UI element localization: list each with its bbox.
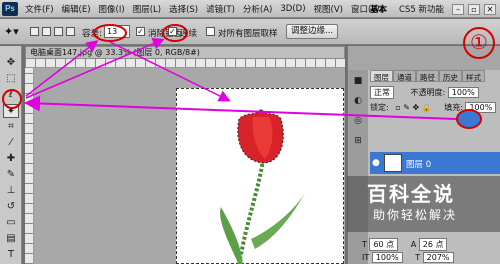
tab-channels[interactable]: 通道 xyxy=(393,70,416,82)
menu-layer[interactable]: 图层(L) xyxy=(129,3,165,15)
menu-analysis[interactable]: 分析(A) xyxy=(239,3,276,15)
layer-name[interactable]: 图层 0 xyxy=(406,158,431,170)
opacity-input[interactable]: 100% xyxy=(447,87,479,98)
font-size-row: T 60 点 A 26 点 xyxy=(362,238,448,251)
workspace-switcher: 基本 CS5 新功能 – ▫ ✕ xyxy=(366,2,496,16)
document-tab[interactable]: 电脑桌面147.jpg @ 33.3% (图层 0, RGB/8#) xyxy=(25,46,345,59)
contiguous-label: 连续 xyxy=(180,29,198,39)
refine-edge-button[interactable]: 调整边缘... xyxy=(286,24,339,39)
intersect-selection-icon[interactable] xyxy=(66,27,75,36)
tulip-image xyxy=(220,108,305,264)
layer-row[interactable]: ● 图层 0 xyxy=(370,152,500,174)
magic-wand-tool-icon[interactable]: ✦ xyxy=(3,104,19,118)
ruler-horizontal xyxy=(25,59,345,68)
brush-tool-icon[interactable]: ✎ xyxy=(3,168,19,182)
horizontal-scale-icon: T xyxy=(415,253,421,262)
blend-opacity-row: 正常 不透明度: 100% xyxy=(370,86,479,99)
history-brush-icon[interactable]: ↺ xyxy=(3,200,19,214)
lock-fill-row: 锁定: ▫ ✎ ✥ 🔒 填充: 100% xyxy=(370,102,497,113)
workspace-cs5-new[interactable]: CS5 新功能 xyxy=(395,2,448,16)
tab-styles[interactable]: 样式 xyxy=(462,70,485,82)
leading-input[interactable]: 26 点 xyxy=(418,238,448,251)
vertical-scale-input[interactable]: 100% xyxy=(371,252,403,263)
scale-row: IT 100% T 207% xyxy=(362,252,454,263)
lock-icons[interactable]: ▫ ✎ ✥ 🔒 xyxy=(395,103,431,112)
antialias-checkbox[interactable]: ✓ xyxy=(136,27,145,36)
tools-panel: ✥ ⬚ ℓ ✦ ⌗ ⁄ ✚ ✎ ⊥ ↺ ▭ ▤ T xyxy=(0,46,22,264)
opacity-label: 不透明度: xyxy=(410,88,446,97)
subtract-selection-icon[interactable] xyxy=(54,27,63,36)
blend-mode-select[interactable]: 正常 xyxy=(370,86,394,99)
horizontal-scale-input[interactable]: 207% xyxy=(422,252,454,263)
ruler-vertical xyxy=(25,68,34,264)
watermark-title: 百科全说 xyxy=(367,182,455,206)
menu-file[interactable]: 文件(F) xyxy=(21,3,58,15)
restore-icon[interactable]: ▫ xyxy=(468,3,480,15)
close-icon[interactable]: ✕ xyxy=(484,3,496,15)
menu-edit[interactable]: 编辑(E) xyxy=(58,3,95,15)
menu-bar: Ps 文件(F) 编辑(E) 图像(I) 图层(L) 选择(S) 滤镜(T) 分… xyxy=(0,0,500,18)
stamp-tool-icon[interactable]: ⊥ xyxy=(3,184,19,198)
photoshop-logo: Ps xyxy=(2,1,18,16)
contiguous-checkbox[interactable]: ✓ xyxy=(168,27,177,36)
tolerance-input[interactable]: 13 xyxy=(104,25,130,38)
history-icon[interactable]: ⊞ xyxy=(352,136,364,148)
font-size-input[interactable]: 60 点 xyxy=(369,238,399,251)
magic-wand-icon[interactable]: ✦▾ xyxy=(4,25,22,39)
sample-all-layers-checkbox[interactable] xyxy=(206,27,215,36)
masks-icon[interactable]: ◎ xyxy=(352,116,364,128)
menu-view[interactable]: 视图(V) xyxy=(310,3,347,15)
font-size-icon: T xyxy=(362,240,367,249)
menu-3d[interactable]: 3D(D) xyxy=(276,4,309,14)
layer-thumbnail xyxy=(384,154,402,172)
step-number: ① xyxy=(470,32,488,54)
watermark: 百科全说 助你轻松解决 xyxy=(347,176,500,232)
add-selection-icon[interactable] xyxy=(42,27,51,36)
panel-dock-icons: ■ ◐ ◎ ⊞ xyxy=(348,70,368,264)
lock-label: 锁定: xyxy=(370,103,389,112)
menu-select[interactable]: 选择(S) xyxy=(165,3,202,15)
tolerance-label: 容差: xyxy=(82,29,102,39)
healing-brush-icon[interactable]: ✚ xyxy=(3,152,19,166)
watermark-subtitle: 助你轻松解决 xyxy=(373,208,458,222)
minimize-icon[interactable]: – xyxy=(452,3,464,15)
tab-history[interactable]: 历史 xyxy=(439,70,462,82)
fill-label: 填充: xyxy=(444,103,463,112)
workspace-basic[interactable]: 基本 xyxy=(366,2,391,16)
eyedropper-tool-icon[interactable]: ⁄ xyxy=(3,136,19,150)
menu-filter[interactable]: 滤镜(T) xyxy=(202,3,239,15)
sample-all-layers-label: 对所有图层取样 xyxy=(218,29,278,39)
new-selection-icon[interactable] xyxy=(30,27,39,36)
leading-icon: A xyxy=(410,240,417,249)
crop-tool-icon[interactable]: ⌗ xyxy=(3,120,19,134)
tab-layers[interactable]: 图层 xyxy=(370,70,393,82)
fill-input[interactable]: 100% xyxy=(465,102,497,113)
eraser-tool-icon[interactable]: ▭ xyxy=(3,216,19,230)
color-swatch-icon[interactable]: ■ xyxy=(352,76,364,88)
document-canvas[interactable] xyxy=(176,88,344,264)
marquee-tool-icon[interactable]: ⬚ xyxy=(3,72,19,86)
options-bar: ✦▾ 容差: 13 ✓ 消除锯齿 ✓ 连续 对所有图层取样 调整边缘... xyxy=(0,19,500,45)
move-tool-icon[interactable]: ✥ xyxy=(3,56,19,70)
eye-icon[interactable]: ● xyxy=(372,158,380,168)
adjustments-icon[interactable]: ◐ xyxy=(352,96,364,108)
type-tool-icon[interactable]: T xyxy=(3,248,19,262)
tab-paths[interactable]: 路径 xyxy=(416,70,439,82)
vertical-scale-icon: IT xyxy=(362,253,370,262)
menu-image[interactable]: 图像(I) xyxy=(95,3,129,15)
layers-panel-tabs: 图层 通道 路径 历史 样式 xyxy=(370,70,485,82)
lasso-tool-icon[interactable]: ℓ xyxy=(3,88,19,102)
gradient-tool-icon[interactable]: ▤ xyxy=(3,232,19,246)
